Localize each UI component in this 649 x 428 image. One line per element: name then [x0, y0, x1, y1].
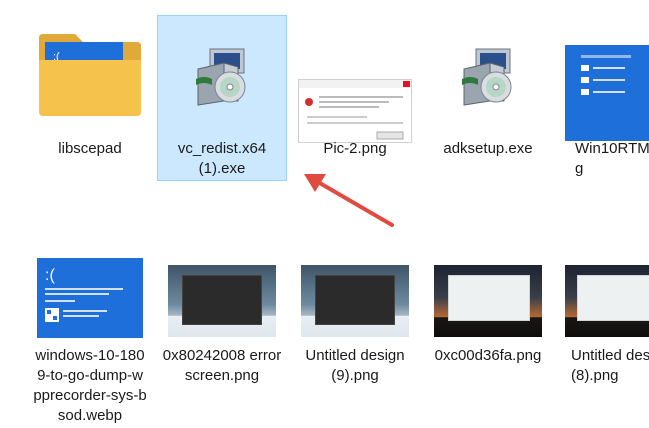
annotation-arrow [304, 174, 394, 227]
